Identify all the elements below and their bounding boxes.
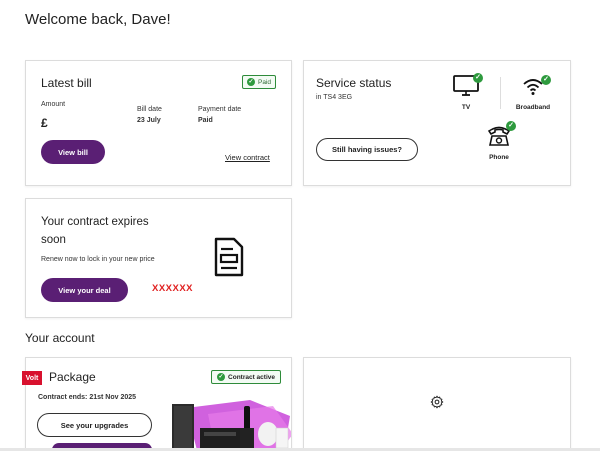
check-icon: ✓ <box>246 78 255 86</box>
package-title: Package <box>49 370 96 384</box>
contract-ends-text: Contract ends: 21st Nov 2025 <box>38 394 137 401</box>
document-icon <box>213 237 245 282</box>
payment-date-label: Payment date <box>198 106 242 113</box>
payment-date-value: Paid <box>198 117 213 124</box>
redacted-text: XXXXXX <box>152 283 194 294</box>
volt-brand-tag: Volt <box>22 371 42 385</box>
view-your-deal-button[interactable]: View your deal <box>41 278 128 302</box>
latest-bill-card: Latest bill ✓ Paid Amount £ Bill date 23… <box>25 60 292 186</box>
contract-active-label: Contract active <box>228 373 275 381</box>
amount-value: £ <box>41 116 48 130</box>
amount-label: Amount <box>41 101 66 108</box>
service-status-card: Service status in TS4 3EG TV ✓ Broadband… <box>303 60 571 186</box>
check-icon: ✓ <box>217 373 226 381</box>
service-tv[interactable]: TV ✓ <box>449 73 483 111</box>
contract-active-badge: ✓ Contract active <box>211 370 281 384</box>
phone-check-icon: ✓ <box>506 121 516 131</box>
your-account-heading: Your account <box>25 331 95 345</box>
view-bill-button[interactable]: View bill <box>41 140 105 164</box>
paid-status-badge: ✓ Paid <box>241 75 276 89</box>
service-tv-label: TV <box>461 104 471 111</box>
view-contract-link[interactable]: View contract <box>225 153 270 162</box>
latest-bill-title: Latest bill <box>41 76 92 90</box>
tv-check-icon: ✓ <box>473 73 483 83</box>
service-broadband-label: Broadband <box>515 104 551 111</box>
service-location: in TS4 3EG <box>316 94 353 101</box>
still-having-issues-button[interactable]: Still having issues? <box>316 138 418 161</box>
paid-badge-label: Paid <box>257 78 271 86</box>
bill-date-value: 23 July <box>137 117 161 124</box>
gear-icon[interactable] <box>430 395 444 414</box>
package-card: Package ✓ Contract active Contract ends:… <box>25 357 292 451</box>
service-status-title: Service status <box>316 76 392 90</box>
package-devices-illustration <box>168 394 291 451</box>
contract-expiry-title-line2: soon <box>41 234 66 246</box>
contract-expiry-subtitle: Renew now to lock in your new price <box>41 256 155 263</box>
account-settings-card[interactable] <box>303 357 571 451</box>
service-broadband[interactable]: Broadband ✓ <box>511 75 555 111</box>
contract-expiry-card: Your contract expires soon Renew now to … <box>25 198 292 318</box>
see-your-upgrades-button[interactable]: See your upgrades <box>37 413 152 437</box>
broadband-check-icon: ✓ <box>541 75 551 85</box>
service-phone-label: Phone <box>489 154 509 161</box>
bill-date-label: Bill date <box>137 106 162 113</box>
service-phone[interactable]: Phone ✓ <box>482 121 516 161</box>
service-divider <box>500 77 501 109</box>
contract-expiry-title-line1: Your contract expires <box>41 216 149 228</box>
welcome-greeting: Welcome back, Dave! <box>25 11 171 28</box>
